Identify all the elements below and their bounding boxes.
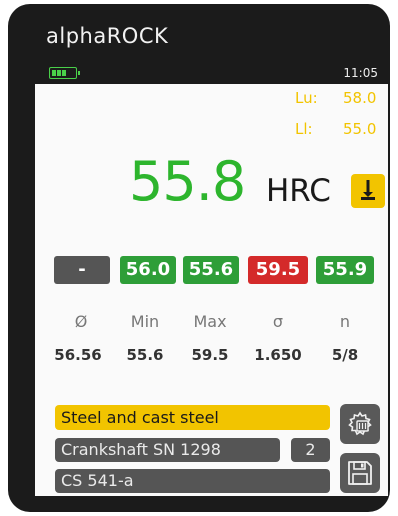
status-bar: 11:05 [35, 62, 388, 84]
brand-title: alphaROCK [46, 24, 169, 48]
stat-header-mean: Ø [74, 312, 88, 331]
settings-button[interactable] [340, 404, 380, 444]
clock: 11:05 [343, 66, 378, 80]
probe-selector[interactable]: CS 541-a [55, 469, 330, 493]
measurement-tile[interactable]: 56.0 [120, 256, 176, 284]
floppy-disk-icon [348, 461, 372, 485]
material-selector[interactable]: Steel and cast steel [55, 405, 330, 430]
device-frame: alphaROCK 11:05 Lu: 58.0 Ll: 55.0 55.8 H… [8, 4, 390, 512]
hardness-unit: HRC [266, 173, 331, 209]
save-button[interactable] [340, 453, 380, 493]
stat-value-count: 5/8 [331, 346, 359, 364]
measurement-tile[interactable]: 59.5 [248, 256, 308, 284]
stat-header-sigma: σ [272, 312, 284, 331]
below-limit-indicator [351, 174, 385, 208]
lower-limit-value: 55.0 [343, 120, 377, 138]
arrow-down-icon [361, 180, 375, 200]
measurement-tile[interactable]: 55.6 [183, 256, 239, 284]
stat-value-sigma: 1.650 [254, 346, 302, 364]
measurement-tile[interactable]: 55.9 [316, 256, 374, 284]
upper-limit-value: 58.0 [343, 89, 377, 107]
sample-count[interactable]: 2 [291, 438, 330, 462]
stat-header-min: Min [130, 312, 160, 331]
settings-gear-icon [348, 411, 372, 436]
hardness-reading: 55.8 [129, 150, 246, 213]
sample-name-field[interactable]: Crankshaft SN 1298 [55, 438, 280, 462]
measurement-tile[interactable]: - [54, 256, 110, 284]
stat-value-max: 59.5 [191, 346, 229, 364]
lower-limit: Ll: 55.0 [295, 120, 385, 140]
upper-limit-label: Lu: [295, 89, 318, 107]
stat-header-count: n [339, 312, 351, 331]
stat-header-max: Max [193, 312, 227, 331]
upper-limit: Lu: 58.0 [295, 89, 385, 109]
battery-icon [49, 67, 80, 79]
stat-value-min: 55.6 [126, 346, 164, 364]
stat-value-mean: 56.56 [54, 346, 102, 364]
display-screen: 11:05 Lu: 58.0 Ll: 55.0 55.8 HRC - 56.0 … [35, 62, 388, 496]
lower-limit-label: Ll: [295, 120, 313, 138]
